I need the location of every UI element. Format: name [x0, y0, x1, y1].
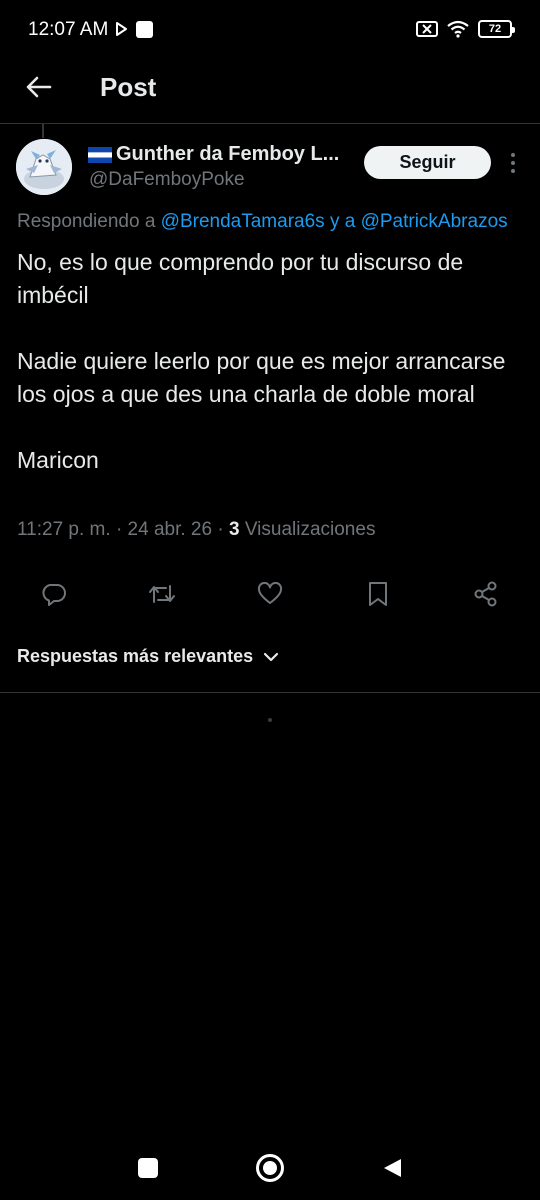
status-time: 12:07 AM	[28, 19, 109, 40]
meta-separator: ·	[115, 519, 123, 540]
divider	[0, 692, 540, 693]
status-icons: 72	[416, 20, 515, 38]
replies-sort-dropdown[interactable]: Respuestas más relevantes	[17, 646, 279, 667]
play-icon	[116, 22, 127, 36]
views-label[interactable]: Visualizaciones	[245, 519, 376, 540]
replying-prefix: Respondiendo a	[17, 211, 156, 232]
share-icon	[474, 581, 497, 607]
views-count[interactable]: 3	[229, 519, 240, 540]
el-salvador-flag-icon	[88, 146, 112, 163]
post-time: 11:27 p. m.	[17, 519, 111, 540]
back-button[interactable]	[22, 70, 56, 104]
arrow-left-icon	[26, 76, 52, 98]
more-dot-icon	[511, 169, 515, 173]
post-meta: 11:27 p. m. · 24 abr. 26 · 3 Visualizaci…	[17, 519, 375, 541]
mention-link[interactable]: @BrendaTamara6s	[161, 211, 325, 232]
avatar-image	[16, 139, 72, 195]
more-options-button[interactable]	[505, 150, 521, 176]
post-body: No, es lo que comprendo por tu discurso …	[17, 246, 527, 477]
repost-button[interactable]	[148, 580, 176, 608]
more-dot-icon	[511, 153, 515, 157]
system-nav-bar	[0, 1140, 540, 1200]
mention-link[interactable]: @PatrickAbrazos	[361, 211, 508, 232]
sim-off-icon	[416, 21, 438, 37]
avatar[interactable]	[16, 139, 72, 195]
notification-square-icon	[136, 21, 153, 38]
author-name-text: Gunther da Femboy L...	[116, 143, 340, 165]
status-bar: 12:07 AM 72	[0, 0, 540, 60]
meta-separator: ·	[217, 519, 224, 540]
reply-button[interactable]	[40, 580, 68, 608]
bookmark-icon	[369, 582, 387, 606]
battery-level: 72	[488, 23, 502, 35]
loading-indicator	[268, 718, 272, 722]
replying-connector: y a	[329, 211, 356, 232]
reply-icon	[42, 584, 66, 606]
wifi-icon	[447, 20, 469, 38]
replies-sort-label: Respuestas más relevantes	[17, 646, 254, 666]
author-handle[interactable]: @DaFemboyPoke	[89, 169, 245, 191]
chevron-down-icon	[264, 652, 279, 661]
repost-icon	[149, 585, 175, 603]
replying-to: Respondiendo a @BrendaTamara6s y a @Patr…	[17, 211, 508, 233]
post-paragraph: No, es lo que comprendo por tu discurso …	[17, 249, 464, 308]
share-button[interactable]	[472, 580, 500, 608]
back-icon[interactable]	[381, 1157, 403, 1179]
like-icon	[257, 582, 283, 604]
post-date: 24 abr. 26	[127, 519, 213, 540]
app-header: Post	[0, 62, 540, 124]
like-button[interactable]	[256, 580, 284, 608]
author-display-name[interactable]: Gunther da Femboy L...	[88, 143, 350, 166]
post-paragraph: Maricon	[17, 447, 99, 473]
recents-icon[interactable]	[138, 1158, 158, 1178]
home-icon[interactable]	[256, 1154, 284, 1182]
page-title: Post	[100, 72, 157, 102]
follow-button[interactable]: Seguir	[364, 146, 491, 179]
bookmark-button[interactable]	[364, 580, 392, 608]
action-bar	[0, 574, 540, 614]
battery-icon: 72	[478, 20, 515, 38]
more-dot-icon	[511, 161, 515, 165]
thread-connector	[42, 124, 44, 138]
post-paragraph: Nadie quiere leerlo por que es mejor arr…	[17, 348, 506, 407]
